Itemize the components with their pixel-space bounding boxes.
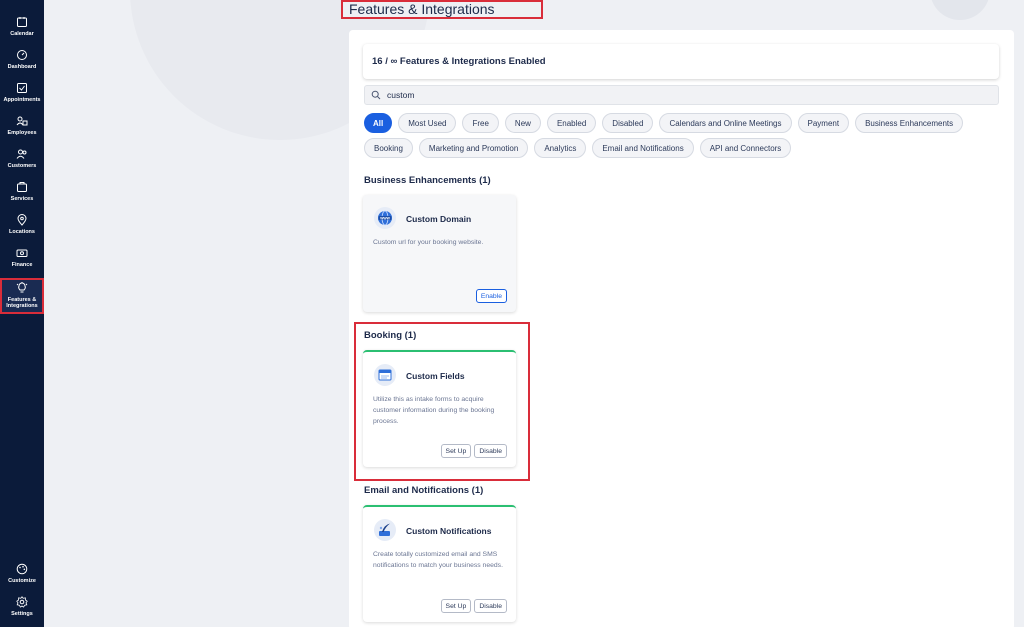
notification-quill-icon (379, 523, 390, 536)
appointments-icon (17, 83, 27, 93)
form-fields-icon (378, 369, 392, 381)
filter-chip-enabled[interactable]: Enabled (546, 113, 597, 133)
filter-chip-free[interactable]: Free (462, 113, 499, 133)
sidebar-item-label: Locations (9, 229, 35, 235)
sidebar-item-locations[interactable]: Locations (0, 212, 44, 245)
section-title: Business Enhancements (1) (364, 175, 491, 186)
background-decoration (930, 0, 990, 20)
feature-name: Custom Fields (406, 371, 465, 381)
sidebar-item-calendar[interactable]: Calendar (0, 14, 44, 47)
search-input[interactable] (387, 90, 987, 100)
filter-row-1: All Most Used Free New Enabled Disabled … (364, 113, 1004, 133)
dashboard-icon (17, 50, 27, 60)
feature-description: Custom url for your booking website. (373, 239, 484, 246)
disable-button[interactable]: Disable (474, 599, 507, 613)
feature-card-custom-notifications: Custom Notifications Create totally cust… (363, 505, 516, 622)
search-icon (371, 90, 381, 100)
filter-chip-most-used[interactable]: Most Used (398, 113, 457, 133)
filter-chip-analytics[interactable]: Analytics (534, 138, 587, 158)
sidebar-item-label: Appointments (3, 97, 41, 103)
icon-wrapper: WWW (374, 207, 396, 229)
disable-button[interactable]: Disable (474, 444, 507, 458)
filter-chip-email-notifications[interactable]: Email and Notifications (592, 138, 694, 158)
sidebar-item-customers[interactable]: Customers (0, 146, 44, 179)
filter-chip-marketing[interactable]: Marketing and Promotion (418, 138, 529, 158)
feature-card-custom-fields: Custom Fields Utilize this as intake for… (363, 350, 516, 467)
sidebar-item-customize[interactable]: Customize (0, 561, 44, 594)
section-title: Booking (1) (364, 330, 417, 341)
sidebar-item-label: Dashboard (7, 64, 37, 70)
customers-icon (16, 149, 27, 159)
filter-chip-new[interactable]: New (504, 113, 541, 133)
filter-row-2: Booking Marketing and Promotion Analytic… (364, 138, 1004, 158)
svg-text:WWW: WWW (380, 216, 390, 220)
feature-actions: Set Up Disable (440, 444, 507, 458)
enabled-count-text: 16 / ∞ Features & Integrations Enabled (372, 56, 546, 67)
sidebar-item-label: Features & Integrations (6, 297, 38, 310)
set-up-button[interactable]: Set Up (440, 599, 472, 613)
filter-chip-disabled[interactable]: Disabled (602, 113, 654, 133)
gear-icon (16, 596, 28, 608)
sidebar-item-label: Employees (7, 130, 37, 136)
filter-chip-api-connectors[interactable]: API and Connectors (699, 138, 792, 158)
sidebar-item-employees[interactable]: Employees (0, 113, 44, 146)
location-pin-icon (17, 214, 27, 226)
search-bar[interactable] (364, 85, 999, 105)
services-icon (17, 182, 27, 192)
feature-card-custom-domain: WWW Custom Domain Custom url for your bo… (363, 195, 516, 312)
sidebar-item-label: Settings (11, 611, 33, 617)
filter-chip-business-enhancements[interactable]: Business Enhancements (855, 113, 964, 133)
filter-chip-booking[interactable]: Booking (364, 138, 413, 158)
filter-chips: All Most Used Free New Enabled Disabled … (364, 113, 1004, 163)
feature-description: Create totally customized email and SMS … (373, 551, 503, 569)
sidebar-item-dashboard[interactable]: Dashboard (0, 47, 44, 80)
sidebar-item-services[interactable]: Services (0, 179, 44, 212)
filter-chip-calendars[interactable]: Calendars and Online Meetings (659, 113, 792, 133)
feature-actions: Enable (475, 289, 507, 303)
features-panel: 16 / ∞ Features & Integrations Enabled A… (349, 30, 1014, 627)
enable-button[interactable]: Enable (475, 289, 507, 303)
globe-www-icon: WWW (378, 210, 392, 226)
sidebar-item-label: Finance (11, 262, 33, 268)
icon-wrapper (374, 519, 396, 541)
feature-name: Custom Domain (406, 214, 472, 224)
section-title: Email and Notifications (1) (364, 485, 484, 496)
enabled-count-card: 16 / ∞ Features & Integrations Enabled (363, 44, 999, 79)
employees-icon (16, 116, 28, 126)
filter-chip-payment[interactable]: Payment (797, 113, 850, 133)
sidebar: Calendar Dashboard Appointments Employee… (0, 0, 44, 627)
sidebar-item-label: Customize (8, 578, 36, 584)
sidebar-item-label: Calendar (10, 31, 34, 37)
sidebar-item-appointments[interactable]: Appointments (0, 80, 44, 113)
lightbulb-icon (16, 282, 28, 293)
feature-actions: Set Up Disable (440, 599, 507, 613)
calendar-icon (17, 17, 27, 27)
sidebar-item-settings[interactable]: Settings (0, 594, 44, 627)
page-title: Features & Integrations (341, 0, 543, 19)
sidebar-item-finance[interactable]: Finance (0, 245, 44, 278)
icon-wrapper (374, 364, 396, 386)
set-up-button[interactable]: Set Up (440, 444, 472, 458)
filter-chip-all[interactable]: All (364, 113, 393, 133)
finance-icon (16, 249, 28, 257)
sidebar-item-label: Customers (7, 163, 37, 169)
palette-icon (16, 563, 28, 575)
feature-name: Custom Notifications (406, 526, 492, 536)
feature-description: Utilize this as intake forms to acquire … (373, 396, 495, 425)
sidebar-item-label: Services (10, 196, 34, 202)
sidebar-item-features-integrations[interactable]: Features & Integrations (0, 278, 44, 314)
